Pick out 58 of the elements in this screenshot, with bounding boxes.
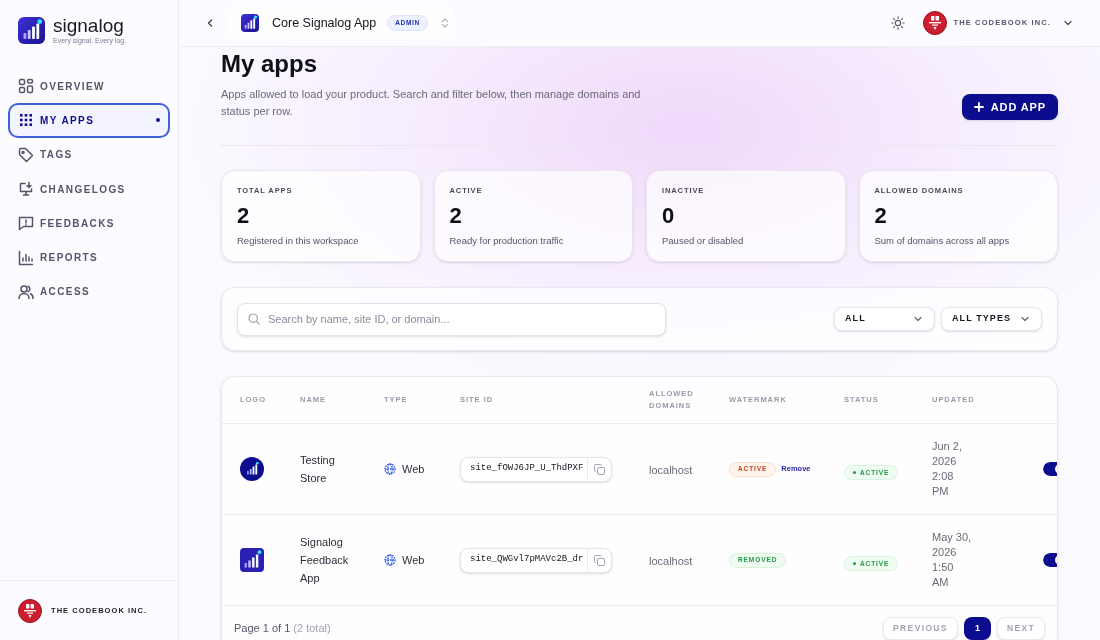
chevron-left-icon [205, 18, 215, 28]
updated-time: Jun 2, 2026 2:08 PM [932, 439, 963, 499]
tag-icon [18, 146, 34, 163]
globe-icon [384, 463, 396, 475]
nav-item[interactable]: CHANGELOGS [8, 171, 170, 207]
allowed-domain: localhost [649, 555, 693, 567]
app-logo-icon [241, 14, 259, 32]
enable-toggle[interactable] [1043, 462, 1057, 476]
org-logo-icon [18, 598, 42, 623]
nav-item[interactable]: OVERVIEW [8, 69, 170, 104]
stat-note: Paused or disabled [662, 234, 745, 248]
globe-icon [384, 554, 396, 566]
app-logo-icon [240, 548, 264, 572]
app-type: Web [402, 461, 425, 477]
up-down-chevron-icon [439, 17, 450, 29]
stat-note: Sum of domains across all apps [874, 234, 1011, 248]
nav-item[interactable]: MY APPS [8, 103, 170, 138]
dots-grid-icon [18, 112, 34, 129]
page-title: My apps [221, 50, 319, 78]
enable-toggle[interactable] [1043, 553, 1057, 567]
message-alert-icon [18, 215, 34, 232]
stat-note: Registered in this workspace [237, 234, 360, 248]
stat-value: 2 [237, 203, 251, 229]
copy-icon [594, 463, 605, 475]
add-app-button[interactable]: ADD APP [961, 94, 1058, 120]
app-type: Web [402, 552, 425, 568]
nav-item[interactable]: TAGS [8, 137, 170, 172]
page-description: Apps allowed to load your product. Search and filter below, then manage domains and status per row. [221, 87, 642, 119]
org-logo-icon [922, 11, 947, 35]
nav-item[interactable]: REPORTS [8, 240, 170, 275]
stat-value: 0 [662, 203, 676, 229]
nav-item[interactable]: ACCESS [8, 274, 170, 310]
stat-value: 2 [449, 203, 463, 229]
search-field[interactable]: Search by name, site ID, or domain... [237, 302, 666, 336]
brand-name: signalog [53, 16, 125, 36]
nav-item[interactable]: FEEDBACKS [8, 206, 170, 241]
site-id-value: site_QWGvl7pMAVc2B_dr [469, 553, 585, 567]
app-logo-icon [240, 457, 264, 481]
updated-time: May 30, 2026 1:50 AM [932, 530, 972, 590]
page-summary: Page 1 of 1 (2 total) [234, 621, 331, 637]
page-button[interactable]: 1 [963, 617, 991, 640]
search-icon [248, 313, 260, 325]
filter-select[interactable]: ALL [834, 307, 935, 331]
app-name: Signalog Feedback App [300, 535, 350, 586]
grid-icon [18, 78, 34, 95]
stat-value: 2 [874, 203, 888, 229]
filter-select[interactable]: ALL TYPES [941, 307, 1042, 331]
app-name: Testing Store [300, 453, 336, 486]
stat-note: Ready for production traffic [449, 234, 565, 248]
monitor-download-icon [18, 181, 34, 198]
site-id-value: site_fOWJ6JP_U_ThdPXF [469, 462, 585, 476]
copy-icon [594, 554, 605, 566]
users-icon [18, 283, 34, 300]
plus-icon [973, 102, 984, 112]
bar-chart-icon [18, 249, 34, 266]
brand-logo-icon [18, 17, 45, 44]
allowed-domain: localhost [649, 464, 693, 476]
sun-icon [890, 16, 905, 30]
